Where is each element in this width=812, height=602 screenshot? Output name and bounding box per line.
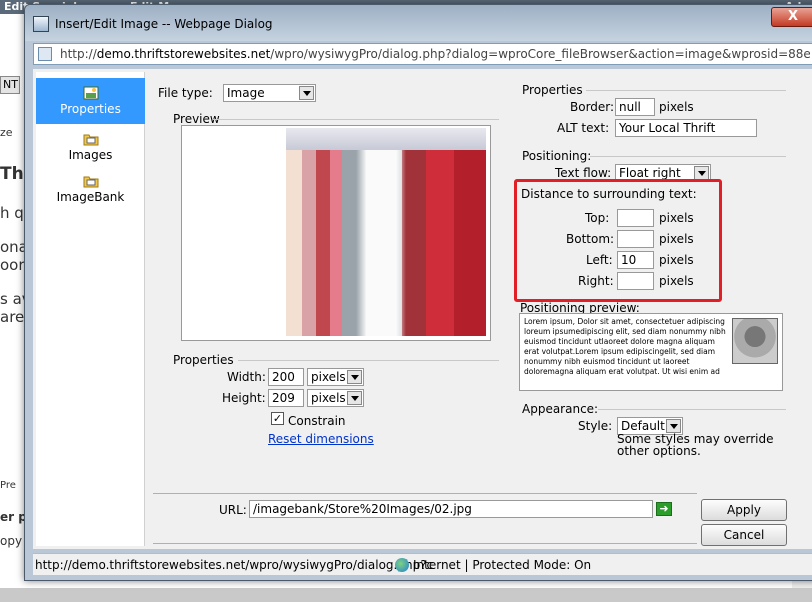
dialog-content: Properties Images ImageBank File type: I… [33,69,812,549]
sidebar-item-label: Images [68,148,113,162]
address-path: /wpro/wysiwygPro/dialog.php?dialog=wproC… [270,47,810,61]
width-unit-value: pixels [311,370,346,384]
section-divider [590,156,786,157]
insert-image-dialog: Insert/Edit Image -- Webpage Dialog X ht… [24,4,812,581]
cancel-button[interactable]: Cancel [701,524,787,546]
section-divider [598,409,786,410]
image-preview [181,125,491,341]
arrow-right-icon[interactable]: ➜ [656,502,672,516]
background-bottom-bar [0,588,812,602]
text-flow-label: Text flow: [555,166,612,180]
constrain-label: Constrain [288,414,346,428]
dialog-titlebar[interactable]: Insert/Edit Image -- Webpage Dialog X [25,5,812,41]
globe-icon [395,558,409,572]
file-type-value: Image [227,86,265,100]
width-label: Width: [227,370,266,384]
properties-section-label: Properties [522,83,583,97]
right-unit: pixels [659,274,694,288]
chevron-down-icon [347,391,362,405]
appearance-section-label: Appearance: [522,402,599,416]
bottom-label: Bottom: [566,232,615,246]
address-bar[interactable]: http://demo.thriftstorewebsites.net/wpro… [33,43,812,65]
style-label: Style: [578,419,613,433]
background-button: NT [0,76,20,94]
width-unit-select[interactable]: pixels [307,368,364,386]
status-url: http://demo.thriftstorewebsites.net/wpro… [35,558,434,572]
chevron-down-icon [347,370,362,384]
distance-label: Distance to surrounding text: [521,187,697,201]
sidebar-nav: Properties Images ImageBank [36,72,145,546]
dialog-title: Insert/Edit Image -- Webpage Dialog [55,17,273,31]
bottom-distance-input[interactable] [617,230,654,248]
height-unit-value: pixels [311,391,346,405]
preview-lorem-text: Lorem ipsum, Dolor sit amet, consectetue… [524,317,726,376]
border-unit: pixels [659,100,694,114]
border-input[interactable]: null [615,98,655,116]
section-divider [153,543,697,544]
reset-dimensions-link[interactable]: Reset dimensions [268,432,374,446]
url-label: URL: [219,503,247,517]
style-value: Default [621,419,665,433]
left-label: Left: [586,253,613,267]
section-divider [238,360,499,361]
background-text: are [0,308,25,326]
alt-text-input[interactable]: Your Local Thrift [615,119,757,137]
preview-photo [286,128,486,336]
height-input[interactable]: 209 [268,389,304,407]
positioning-preview: Lorem ipsum, Dolor sit amet, consectetue… [519,313,783,391]
image-icon [83,86,98,100]
alt-text-label: ALT text: [557,121,610,135]
address-text: http://demo.thriftstorewebsites.net/wpro… [60,47,810,61]
file-type-label: File type: [158,86,213,100]
border-label: Border: [570,100,615,114]
section-divider [153,493,697,494]
positioning-section-label: Positioning: [522,149,592,163]
right-distance-input[interactable] [617,272,654,290]
dialog-window-icon [33,16,49,32]
photo-ceiling [286,128,486,150]
preview-thumbnail [732,318,778,364]
bottom-unit: pixels [659,232,694,246]
chevron-down-icon [694,166,709,180]
top-label: Top: [585,211,610,225]
sidebar-item-label: Properties [60,102,121,116]
background-text: er p [0,510,27,524]
apply-button[interactable]: Apply [701,499,787,521]
address-domain: demo.thriftstorewebsites.net [96,47,271,61]
chevron-down-icon [299,86,314,100]
height-label: Height: [222,391,266,405]
height-unit-select[interactable]: pixels [307,389,364,407]
section-divider [213,119,499,120]
style-note: Some styles may override other options. [617,432,774,458]
address-prefix: http:// [60,47,97,61]
text-flow-value: Float right [619,166,681,180]
url-input[interactable]: /imagebank/Store%20Images/02.jpg [249,500,653,518]
chevron-down-icon [666,419,681,433]
top-unit: pixels [659,211,694,225]
background-text: opy [0,534,23,548]
page-icon [38,47,52,61]
constrain-checkbox[interactable]: ✓ [271,412,284,425]
sidebar-item-imagebank[interactable]: ImageBank [36,172,145,212]
background-select: ze [0,126,13,139]
close-button[interactable]: X [771,7,812,27]
section-divider [586,90,786,91]
sidebar-item-images[interactable]: Images [36,130,145,170]
background-text: Pre [0,480,16,491]
top-distance-input[interactable] [617,209,654,227]
status-bar: http://demo.thriftstorewebsites.net/wpro… [33,553,812,575]
folder-icon [83,134,98,146]
size-section-label: Properties [173,353,234,367]
security-zone: Internet | Protected Mode: On [413,558,592,572]
right-label: Right: [578,274,614,288]
sidebar-item-properties[interactable]: Properties [36,78,145,124]
file-type-select[interactable]: Image [223,84,316,102]
left-unit: pixels [659,253,694,267]
sidebar-item-label: ImageBank [56,190,125,204]
width-input[interactable]: 200 [268,368,304,386]
left-distance-input[interactable]: 10 [617,251,654,269]
folder-icon [83,176,98,188]
